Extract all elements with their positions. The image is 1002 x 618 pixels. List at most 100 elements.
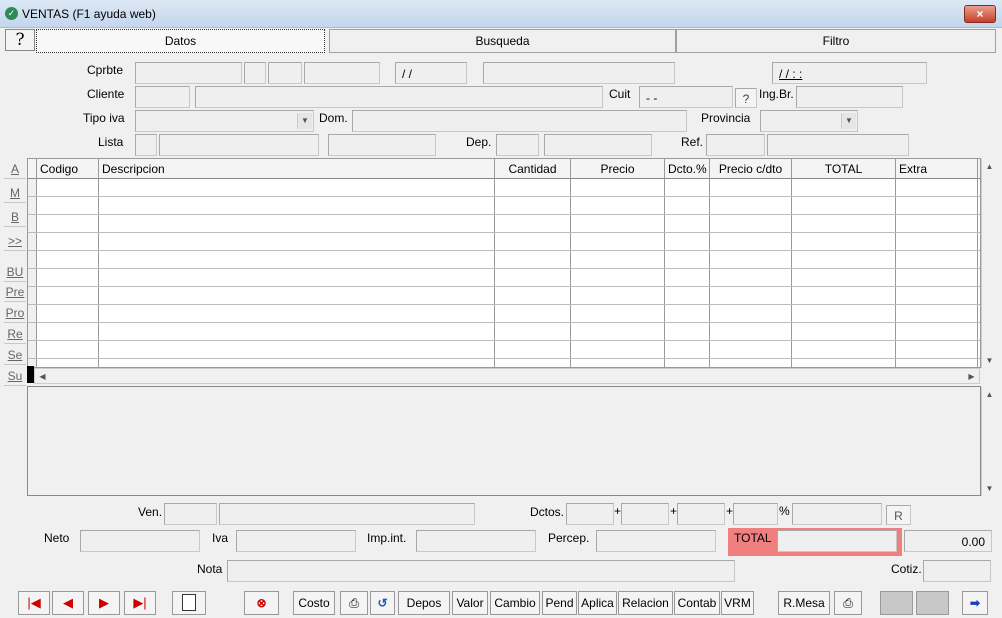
tab-busqueda[interactable]: Busqueda bbox=[329, 29, 676, 53]
table-row[interactable] bbox=[28, 215, 980, 233]
ven-name-field[interactable] bbox=[219, 503, 475, 525]
delete-row-button[interactable]: B bbox=[4, 208, 26, 227]
cprbte-type-field[interactable] bbox=[135, 62, 242, 84]
lista-name-field[interactable] bbox=[159, 134, 319, 156]
r-button[interactable]: R bbox=[886, 505, 911, 525]
cotiz-field[interactable] bbox=[923, 560, 991, 582]
lista-extra-field[interactable] bbox=[328, 134, 436, 156]
costo-button[interactable]: Costo bbox=[293, 591, 335, 615]
col-codigo[interactable]: Codigo bbox=[37, 159, 99, 179]
dcto3-field[interactable] bbox=[677, 503, 725, 525]
vrm-button[interactable]: VRM bbox=[721, 591, 754, 615]
impint-field[interactable] bbox=[416, 530, 536, 552]
next-button[interactable]: >> bbox=[4, 232, 26, 251]
first-record-button[interactable]: |◀ bbox=[18, 591, 50, 615]
re-button[interactable]: Re bbox=[4, 325, 26, 344]
scroll-up-icon[interactable]: ▲ bbox=[982, 387, 997, 402]
scroll-up-icon[interactable]: ▲ bbox=[982, 159, 997, 174]
notes-textarea[interactable] bbox=[27, 386, 981, 496]
cliente-code-field[interactable] bbox=[135, 86, 190, 108]
aplica-button[interactable]: Aplica bbox=[578, 591, 617, 615]
ref-field[interactable] bbox=[706, 134, 765, 156]
tab-filtro[interactable]: Filtro bbox=[676, 29, 996, 53]
contab-button[interactable]: Contab bbox=[674, 591, 720, 615]
col-extra[interactable]: Extra bbox=[896, 159, 978, 179]
scroll-down-icon[interactable]: ▼ bbox=[982, 481, 997, 496]
exit-button[interactable]: ➡ bbox=[962, 591, 988, 615]
pro-button[interactable]: Pro bbox=[4, 304, 26, 323]
ven-code-field[interactable] bbox=[164, 503, 217, 525]
col-cantidad[interactable]: Cantidad bbox=[495, 159, 571, 179]
ref-extra-field[interactable] bbox=[767, 134, 909, 156]
date-field[interactable]: / / bbox=[395, 62, 467, 84]
table-row[interactable] bbox=[28, 341, 980, 359]
lista-code-field[interactable] bbox=[135, 134, 157, 156]
relacion-button[interactable]: Relacion bbox=[618, 591, 673, 615]
cliente-name-field[interactable] bbox=[195, 86, 603, 108]
close-button[interactable]: × bbox=[964, 5, 996, 23]
cuit-help-button[interactable]: ? bbox=[735, 88, 757, 108]
grid-hscrollbar[interactable]: ◀ ▶ bbox=[34, 368, 980, 384]
table-row[interactable] bbox=[28, 179, 980, 197]
su-button[interactable]: Su bbox=[4, 367, 26, 386]
col-descripcion[interactable]: Descripcion bbox=[99, 159, 495, 179]
modify-row-button[interactable]: M bbox=[4, 184, 26, 203]
undo-button[interactable]: ↺ bbox=[370, 591, 395, 615]
notes-vscrollbar[interactable]: ▲ ▼ bbox=[981, 387, 996, 496]
col-dcto[interactable]: Dcto.% bbox=[665, 159, 710, 179]
help-button[interactable]: ? bbox=[5, 29, 35, 51]
cambio-button[interactable]: Cambio bbox=[490, 591, 540, 615]
cprbte-point-field[interactable] bbox=[268, 62, 302, 84]
dcto1-field[interactable] bbox=[566, 503, 614, 525]
ingbr-field[interactable] bbox=[796, 86, 903, 108]
bu-button[interactable]: BU bbox=[4, 263, 26, 282]
col-total[interactable]: TOTAL bbox=[792, 159, 896, 179]
print2-button[interactable]: ⎙ bbox=[834, 591, 862, 615]
table-row[interactable] bbox=[28, 197, 980, 215]
next-record-button[interactable]: ▶ bbox=[88, 591, 120, 615]
col-precio-cdto[interactable]: Precio c/dto bbox=[710, 159, 792, 179]
print-button[interactable]: ⎙ bbox=[340, 591, 368, 615]
pre-button[interactable]: Pre bbox=[4, 283, 26, 302]
col-precio[interactable]: Precio bbox=[571, 159, 665, 179]
dep-name-field[interactable] bbox=[544, 134, 652, 156]
provincia-select[interactable]: ▼ bbox=[760, 110, 858, 132]
dcto2-field[interactable] bbox=[621, 503, 669, 525]
tipo-iva-select[interactable]: ▼ bbox=[135, 110, 314, 132]
datetime-field[interactable]: / / : : bbox=[772, 62, 927, 84]
percep-field[interactable] bbox=[596, 530, 716, 552]
neto-field[interactable] bbox=[80, 530, 200, 552]
scroll-down-icon[interactable]: ▼ bbox=[982, 353, 997, 368]
prev-record-button[interactable]: ◀ bbox=[52, 591, 84, 615]
cprbte-letter-field[interactable] bbox=[244, 62, 266, 84]
table-row[interactable] bbox=[28, 269, 980, 287]
cprbte-extra-field[interactable] bbox=[483, 62, 675, 84]
dcto4-field[interactable] bbox=[733, 503, 778, 525]
dcto-result-field[interactable] bbox=[792, 503, 882, 525]
depos-button[interactable]: Depos bbox=[398, 591, 450, 615]
dom-field[interactable] bbox=[352, 110, 687, 132]
grid-vscrollbar[interactable]: ▲ ▼ bbox=[981, 159, 996, 368]
blank-button-1[interactable] bbox=[880, 591, 913, 615]
table-row[interactable] bbox=[28, 323, 980, 341]
scroll-right-icon[interactable]: ▶ bbox=[964, 369, 979, 384]
add-row-button[interactable]: A bbox=[4, 160, 26, 179]
cuit-field[interactable]: - - bbox=[639, 86, 733, 108]
new-document-button[interactable] bbox=[172, 591, 206, 615]
table-row[interactable] bbox=[28, 287, 980, 305]
dep-code-field[interactable] bbox=[496, 134, 539, 156]
scroll-left-icon[interactable]: ◀ bbox=[35, 369, 50, 384]
nota-field[interactable] bbox=[227, 560, 735, 582]
last-record-button[interactable]: ▶| bbox=[124, 591, 156, 615]
total-field[interactable] bbox=[777, 530, 897, 552]
table-row[interactable] bbox=[28, 233, 980, 251]
valor-button[interactable]: Valor bbox=[452, 591, 488, 615]
table-row[interactable] bbox=[28, 251, 980, 269]
tab-datos[interactable]: Datos bbox=[36, 29, 325, 53]
cprbte-number-field[interactable] bbox=[304, 62, 380, 84]
iva-field[interactable] bbox=[236, 530, 356, 552]
pend-button[interactable]: Pend bbox=[542, 591, 577, 615]
cancel-document-button[interactable]: ⊗ bbox=[244, 591, 279, 615]
rmesa-button[interactable]: R.Mesa bbox=[778, 591, 830, 615]
table-row[interactable] bbox=[28, 305, 980, 323]
